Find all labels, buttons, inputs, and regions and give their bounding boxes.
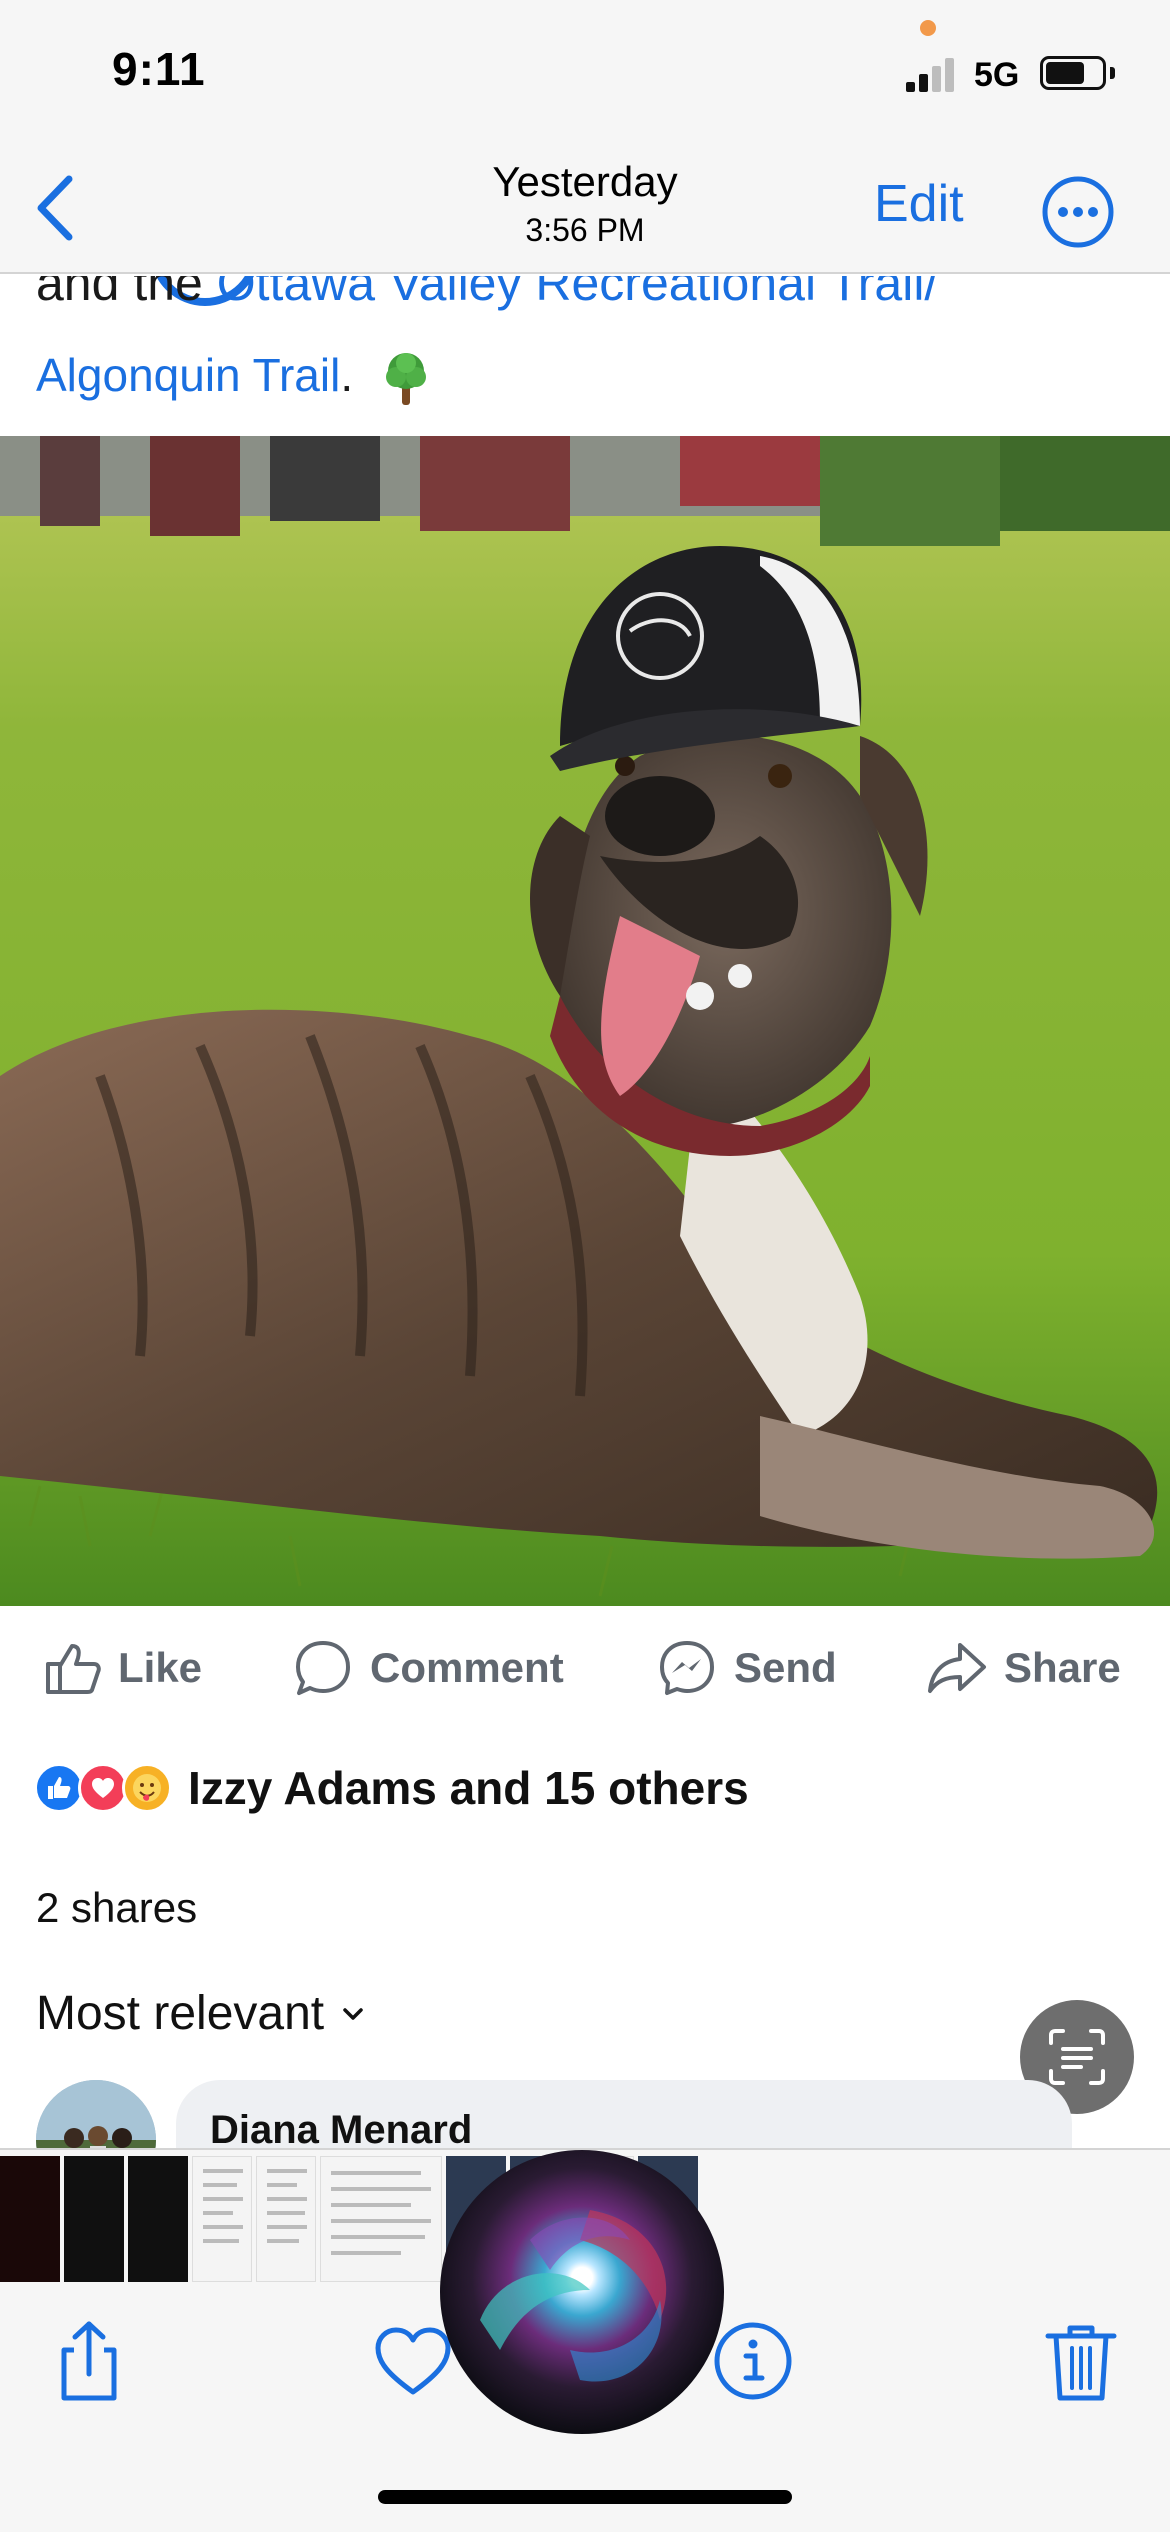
share-button[interactable]: Share [926,1636,1121,1700]
privacy-indicator-dot [920,20,936,36]
share-count[interactable]: 2 shares [36,1884,197,1932]
thumbnail[interactable] [320,2156,442,2282]
send-button[interactable]: Send [656,1636,837,1700]
photo-nav-bar: Yesterday 3:56 PM Edit [0,150,1170,274]
battery-icon [1040,56,1106,90]
like-button[interactable]: Like [42,1636,202,1700]
battery-cap [1110,67,1115,79]
home-indicator[interactable] [378,2490,792,2504]
post-text: and the Ottawa Valley Recreational Trail… [0,276,1170,436]
post-photo[interactable] [0,436,1170,1606]
more-ellipsis-icon [1042,176,1114,248]
post-text-period: . [340,349,354,401]
comment-sort-label: Most relevant [36,1987,325,2040]
reaction-names: Izzy Adams and 15 others [188,1762,749,1814]
edit-button[interactable]: Edit [874,174,964,234]
like-reaction-icon [34,1763,84,1813]
thumbnail[interactable] [128,2156,188,2282]
comment-bubble-icon [296,1641,350,1695]
cellular-signal-icon [906,56,960,92]
nav-title: Yesterday [492,158,678,205]
post-text-prefix: and the [36,276,217,311]
comment-sort-dropdown[interactable]: Most relevant [36,1986,364,2041]
network-type: 5G [974,56,1020,94]
tree-emoji-icon [385,352,426,405]
reactions-summary[interactable]: Izzy Adams and 15 others [34,1756,749,1820]
siri-swirl-icon [480,2210,667,2382]
thumbnail[interactable] [0,2156,60,2282]
share-photo-button[interactable] [44,2316,134,2406]
share-label: Share [1004,1644,1121,1691]
chevron-down-icon [343,2007,363,2020]
thumbnail[interactable] [256,2156,316,2282]
commenter-name[interactable]: Diana Menard [210,2108,472,2153]
algonquin-trail-link[interactable]: Algonquin Trail [36,349,340,401]
share-sheet-icon [61,2321,117,2401]
status-time: 9:11 [112,43,206,95]
thumbnail[interactable] [64,2156,124,2282]
post-text-line-1: and the Ottawa Valley Recreational Trail… [36,276,938,312]
thumbs-up-icon [46,1644,101,1694]
trail-link[interactable]: Ottawa Valley Recreational Trail/ [217,276,939,311]
siri-orb[interactable] [440,2150,724,2434]
post-actions: Like Comment Send Share [0,1606,1170,1730]
post-text-line-2: Algonquin Trail. [36,348,436,409]
send-label: Send [734,1644,837,1691]
more-options-button[interactable] [1040,174,1116,250]
dog-photo-illustration [0,436,1170,1606]
share-arrow-icon [928,1643,986,1693]
care-reaction-icon [122,1763,172,1813]
status-bar: 9:11 5G [0,0,1170,150]
comment-button[interactable]: Comment [292,1636,564,1700]
like-label: Like [118,1644,203,1691]
nav-subtitle: 3:56 PM [525,212,645,248]
comment-label: Comment [370,1644,564,1691]
delete-button[interactable] [1036,2316,1126,2406]
trash-icon [1045,2325,1117,2401]
live-text-icon [1049,2029,1105,2085]
thumbnail[interactable] [192,2156,252,2282]
messenger-icon [660,1641,714,1695]
love-reaction-icon [78,1763,128,1813]
